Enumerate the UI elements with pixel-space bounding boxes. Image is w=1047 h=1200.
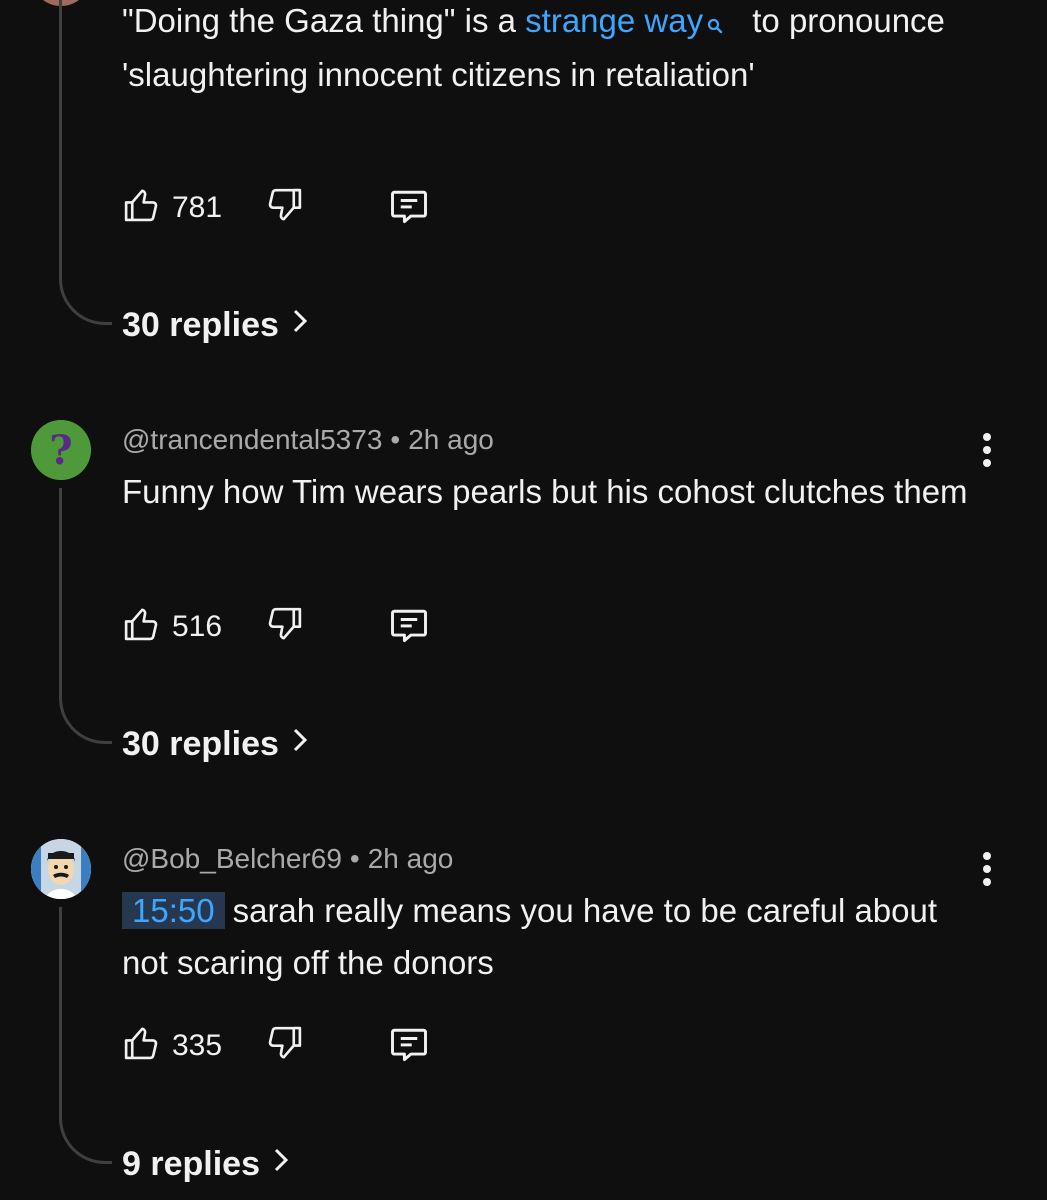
comment-text-part: "Doing the Gaza thing" is a — [122, 2, 526, 39]
like-button[interactable]: 516 — [120, 603, 222, 650]
like-button[interactable]: 335 — [120, 1022, 222, 1069]
view-replies-link[interactable]: 9 replies — [122, 1145, 290, 1184]
search-icon[interactable] — [707, 0, 723, 49]
comment-meta: @trancendental5373 • 2h ago — [122, 424, 494, 456]
like-button[interactable]: 781 — [120, 184, 222, 231]
like-count: 781 — [172, 190, 223, 224]
dislike-button[interactable] — [264, 603, 306, 650]
comment-text: Funny how Tim wears pearls but his cohos… — [122, 473, 968, 510]
thumbs-down-icon — [264, 184, 306, 231]
dislike-button[interactable] — [264, 184, 306, 231]
meta-separator: • — [390, 424, 401, 455]
more-options-button[interactable] — [972, 430, 1002, 470]
reply-comment-icon — [386, 184, 432, 233]
thumbs-up-icon — [120, 603, 162, 650]
reply-button[interactable] — [386, 184, 432, 233]
dislike-button[interactable] — [264, 1022, 306, 1069]
search-link[interactable]: strange way — [525, 2, 703, 39]
thread-connector — [59, 488, 112, 744]
more-options-button[interactable] — [972, 849, 1002, 889]
thumbs-up-icon — [120, 1022, 162, 1069]
chevron-right-icon — [279, 725, 309, 764]
comment-text: "Doing the Gaza thing" is a strange way … — [122, 0, 972, 101]
like-count: 335 — [172, 1028, 223, 1062]
reply-button[interactable] — [386, 1022, 432, 1071]
replies-label: 9 replies — [122, 1145, 260, 1183]
reply-comment-icon — [386, 1022, 432, 1071]
avatar[interactable] — [31, 839, 91, 899]
reply-button[interactable] — [386, 603, 432, 652]
meta-separator: • — [349, 843, 360, 874]
chevron-right-icon — [279, 306, 309, 345]
thumbs-up-icon — [120, 184, 162, 231]
comment-text: 15:50 sarah really means you have to be c… — [122, 885, 972, 989]
comment-meta: @Bob_Belcher69 • 2h ago — [122, 843, 453, 875]
svg-text:?: ? — [49, 427, 72, 474]
video-timestamp-link[interactable]: 15:50 — [122, 892, 225, 929]
comment-time: 2h ago — [408, 424, 494, 455]
thumbs-down-icon — [264, 1022, 306, 1069]
like-count: 516 — [172, 609, 223, 643]
comment-text-part: sarah really means you have to be carefu… — [122, 892, 938, 981]
more-vert-icon — [972, 852, 1002, 893]
thread-connector — [59, 0, 112, 325]
question-mark-avatar-icon: ? — [31, 420, 91, 480]
replies-label: 30 replies — [122, 306, 279, 344]
chevron-right-icon — [260, 1145, 290, 1184]
reply-comment-icon — [386, 603, 432, 652]
author-handle[interactable]: @Bob_Belcher69 — [122, 843, 342, 874]
author-handle[interactable]: @trancendental5373 — [122, 424, 382, 455]
replies-label: 30 replies — [122, 725, 279, 763]
thread-connector — [59, 907, 112, 1164]
comment-time: 2h ago — [367, 843, 454, 874]
more-vert-icon — [972, 433, 1002, 474]
thumbs-down-icon — [264, 603, 306, 650]
cartoon-man-avatar-icon — [31, 839, 91, 899]
view-replies-link[interactable]: 30 replies — [122, 306, 309, 345]
avatar[interactable]: ? — [31, 420, 91, 480]
view-replies-link[interactable]: 30 replies — [122, 725, 309, 764]
